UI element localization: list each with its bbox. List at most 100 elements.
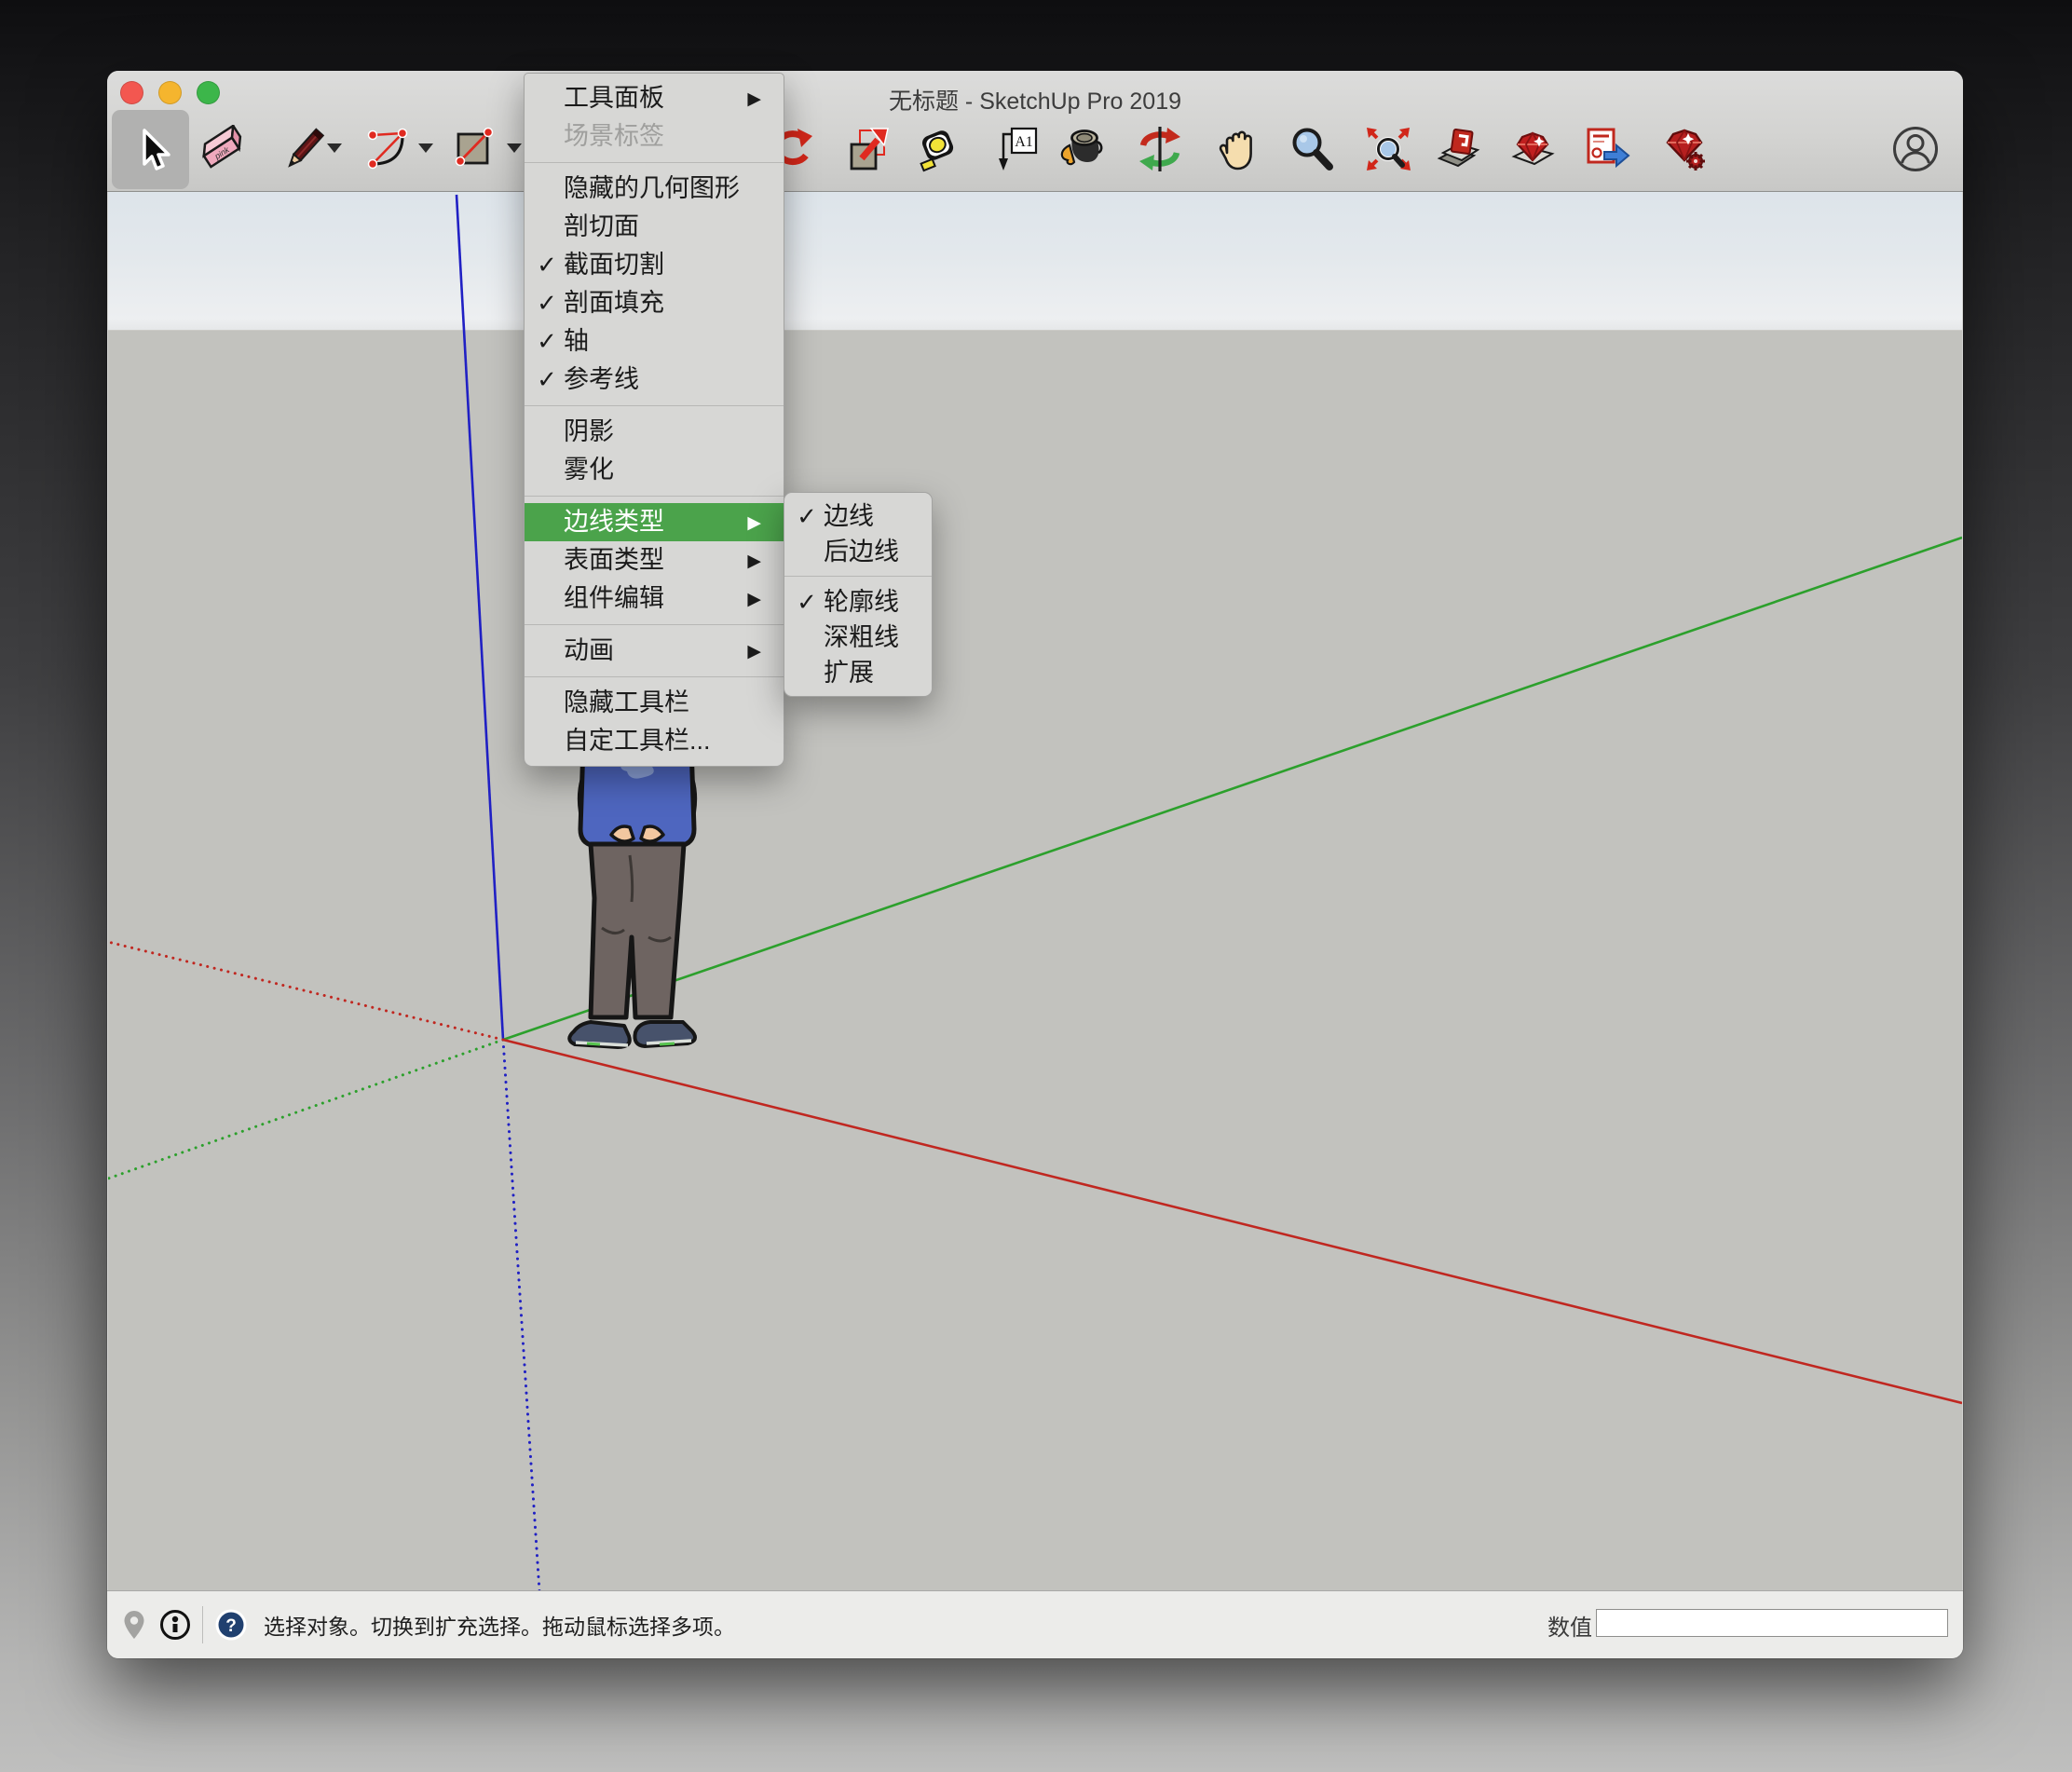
gear-icon	[1686, 152, 1705, 170]
push-pull-tool[interactable]	[841, 125, 890, 173]
menu-item-section-cuts[interactable]: ✓ 截面切割	[525, 246, 784, 284]
svg-text:A1: A1	[1015, 134, 1033, 150]
menu-item-label: 边线类型	[564, 503, 664, 541]
submenu-arrow-icon: ▶	[747, 504, 761, 542]
magnifier-icon	[1288, 125, 1336, 173]
components-tool[interactable]	[1508, 125, 1557, 173]
submenu-item-profiles[interactable]: ✓ 轮廓线	[784, 584, 932, 620]
components-box-icon	[1508, 125, 1557, 173]
menu-item-tool-palettes[interactable]: 工具面板 ▶	[525, 79, 784, 117]
text-tool[interactable]: A1	[992, 125, 1041, 173]
menu-item-hidden-geometry[interactable]: 隐藏的几何图形	[525, 170, 784, 208]
menu-item-label: 剖切面	[564, 208, 639, 246]
menu-item-label: 参考线	[564, 361, 639, 399]
eraser-tool[interactable]: pink	[198, 125, 246, 173]
red-axis	[503, 1040, 1962, 1403]
menu-item-component-edit[interactable]: 组件编辑 ▶	[525, 579, 784, 618]
menu-separator	[525, 156, 784, 170]
menu-item-label: 轴	[564, 322, 589, 361]
menu-item-scene-tabs: 场景标签	[525, 117, 784, 156]
help-icon[interactable]: ?	[214, 1608, 248, 1642]
menu-item-customize-toolbar[interactable]: 自定工具栏...	[525, 722, 784, 760]
submenu-item-extension[interactable]: 扩展	[784, 655, 932, 690]
sketchup-window: 无标题 - SketchUp Pro 2019 pink	[107, 71, 1963, 1658]
menu-item-hide-toolbar[interactable]: 隐藏工具栏	[525, 684, 784, 722]
title-toolbar: 无标题 - SketchUp Pro 2019 pink	[107, 71, 1963, 192]
extension-manager-tool[interactable]	[1660, 125, 1709, 173]
select-tool[interactable]	[112, 110, 189, 189]
menu-item-label: 轮廓线	[824, 584, 899, 620]
styles-tool[interactable]	[1435, 125, 1483, 173]
status-message: 选择对象。切换到扩充选择。拖动鼠标选择多项。	[264, 1591, 735, 1658]
orbit-tool[interactable]	[1136, 125, 1184, 173]
submenu-item-edges[interactable]: ✓ 边线	[784, 498, 932, 534]
menu-item-animation[interactable]: 动画 ▶	[525, 632, 784, 670]
window-title: 无标题 - SketchUp Pro 2019	[107, 83, 1963, 116]
menu-item-edge-style[interactable]: 边线类型 ▶	[525, 503, 784, 541]
select-arrow-icon	[127, 126, 175, 174]
drawing-axes	[108, 195, 1962, 1591]
rectangle-tool[interactable]	[451, 125, 499, 173]
status-divider	[202, 1606, 203, 1643]
submenu-arrow-icon: ▶	[747, 80, 761, 118]
tape-measure-tool[interactable]	[913, 125, 961, 173]
menu-item-label: 扩展	[824, 655, 874, 690]
menu-item-label: 剖面填充	[564, 284, 664, 322]
menu-item-label: 阴影	[564, 413, 614, 451]
zoom-tool[interactable]	[1288, 125, 1336, 173]
geolocation-icon[interactable]	[120, 1609, 148, 1641]
submenu-item-back-edges[interactable]: 后边线	[784, 534, 932, 569]
pan-tool[interactable]	[1212, 125, 1261, 173]
menu-item-section-fill[interactable]: ✓ 剖面填充	[525, 284, 784, 322]
menu-item-axes[interactable]: ✓ 轴	[525, 322, 784, 361]
menu-item-guides[interactable]: ✓ 参考线	[525, 361, 784, 399]
menu-separator	[525, 618, 784, 632]
arc-tool[interactable]	[364, 125, 413, 173]
menu-item-label: 组件编辑	[564, 579, 664, 618]
menu-separator	[784, 569, 932, 584]
checkmark-icon: ✓	[793, 584, 821, 620]
menu-item-shadows[interactable]: 阴影	[525, 413, 784, 451]
rectangle-tool-dropdown[interactable]	[507, 143, 522, 153]
submenu-arrow-icon: ▶	[747, 633, 761, 671]
submenu-arrow-icon: ▶	[747, 542, 761, 580]
scale-figure	[569, 745, 695, 1047]
menu-separator	[525, 399, 784, 413]
green-axis-dotted	[108, 1040, 503, 1179]
menu-item-label: 边线	[824, 498, 874, 534]
menu-item-label: 工具面板	[564, 79, 664, 117]
pan-hand-icon	[1212, 125, 1261, 173]
menu-item-section-planes[interactable]: 剖切面	[525, 208, 784, 246]
text-icon: A1	[992, 125, 1041, 173]
measurement-input[interactable]	[1596, 1609, 1948, 1637]
status-bar: ? 选择对象。切换到扩充选择。拖动鼠标选择多项。 数值	[107, 1590, 1963, 1658]
paint-bucket-tool[interactable]	[1056, 125, 1105, 173]
send-to-layout-tool[interactable]	[1582, 125, 1630, 173]
tape-measure-icon	[913, 125, 961, 173]
submenu-item-depth-cue[interactable]: 深粗线	[784, 620, 932, 655]
menu-item-fog[interactable]: 雾化	[525, 451, 784, 489]
line-tool[interactable]	[280, 125, 329, 173]
model-viewport[interactable]	[108, 192, 1962, 1591]
menu-item-label: 后边线	[824, 534, 899, 569]
menu-separator	[525, 489, 784, 503]
menu-item-face-style[interactable]: 表面类型 ▶	[525, 541, 784, 579]
checkmark-icon: ✓	[533, 361, 561, 399]
menu-separator	[525, 670, 784, 684]
paint-bucket-icon	[1056, 125, 1105, 173]
sign-in-button[interactable]	[1891, 125, 1940, 173]
view-menu: 工具面板 ▶ 场景标签 隐藏的几何图形 剖切面 ✓ 截面切割 ✓ 剖面填充 ✓ …	[524, 73, 784, 767]
edge-style-submenu: ✓ 边线 后边线 ✓ 轮廓线 深粗线 扩展	[784, 492, 933, 697]
eraser-icon: pink	[198, 125, 246, 173]
menu-item-label: 自定工具栏...	[564, 722, 711, 760]
menu-item-label: 深粗线	[824, 620, 899, 655]
model-info-icon[interactable]	[159, 1609, 191, 1641]
styles-icon	[1435, 125, 1483, 173]
account-icon	[1891, 125, 1940, 173]
scene-canvas	[108, 192, 1962, 1591]
arc-icon	[364, 125, 413, 173]
line-tool-dropdown[interactable]	[327, 143, 342, 153]
zoom-extents-tool[interactable]	[1364, 125, 1412, 173]
menu-item-label: 隐藏的几何图形	[564, 170, 740, 208]
arc-tool-dropdown[interactable]	[418, 143, 433, 153]
